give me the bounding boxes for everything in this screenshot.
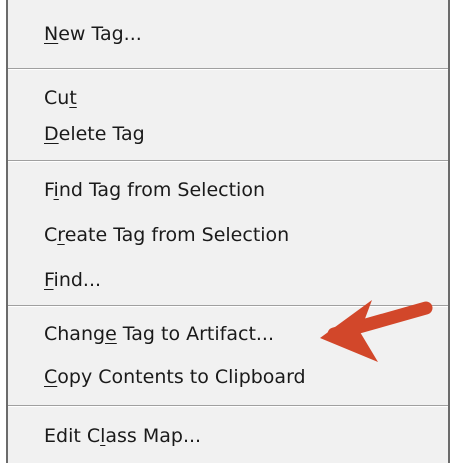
menu-item-delete-tag[interactable]: Delete Tag <box>44 114 145 154</box>
menu-item-create-tag-from-selection[interactable]: Create Tag from Selection <box>44 215 289 255</box>
menu-separator <box>8 160 448 162</box>
menu-item-find[interactable]: Find... <box>44 260 101 300</box>
menu-item-cut[interactable]: Cut <box>44 78 77 118</box>
menu-item-edit-class-map[interactable]: Edit Class Map... <box>44 416 201 456</box>
menu-item-change-tag-to-artifact[interactable]: Change Tag to Artifact... <box>44 314 274 354</box>
arrow-pointing-left-icon <box>320 300 433 362</box>
context-menu: New Tag... Cut Delete Tag Find Tag from … <box>6 0 450 463</box>
menu-item-new-tag[interactable]: New Tag... <box>44 14 142 54</box>
menu-item-find-tag-from-selection[interactable]: Find Tag from Selection <box>44 170 265 210</box>
menu-separator <box>8 405 448 407</box>
menu-separator <box>8 68 448 70</box>
menu-item-copy-contents-to-clipboard[interactable]: Copy Contents to Clipboard <box>44 357 306 397</box>
